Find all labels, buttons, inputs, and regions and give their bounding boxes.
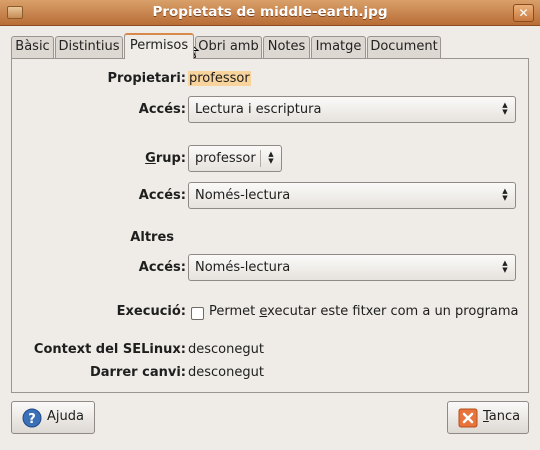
tab-document[interactable]: Document [367, 36, 441, 59]
others-access-label: Accés: [138, 260, 186, 275]
help-icon: ? [22, 408, 42, 428]
others-heading: Altres [130, 230, 174, 245]
last-modified-label: Darrer canvi: [89, 365, 186, 380]
group-label-mnemonic: G [145, 151, 156, 166]
group-access-label: Accés: [138, 188, 186, 203]
owner-access-value: Lectura i escriptura [195, 102, 322, 117]
close-icon: ✕ [518, 6, 529, 20]
close-button-label: Tanca [483, 409, 520, 424]
tab-emblems[interactable]: Distintius [55, 36, 123, 59]
tab-basic[interactable]: Bàsic [11, 36, 54, 59]
group-label-rest: rup: [155, 151, 186, 166]
window-titlebar[interactable]: Propietats de middle-earth.jpg ✕ [0, 0, 540, 26]
permissions-panel: Propietari: professor Accés: Lectura i e… [11, 58, 529, 393]
close-button-label-rest: anca [488, 409, 521, 424]
group-access-select[interactable]: Només-lectura ▲ ▼ [188, 182, 516, 209]
close-button[interactable]: Tanca [447, 401, 529, 434]
help-button[interactable]: ? Ajuda [11, 401, 95, 434]
execute-text-mnemonic: e [259, 304, 268, 319]
owner-access-label: Accés: [138, 102, 186, 117]
group-access-value: Només-lectura [195, 188, 291, 203]
selinux-value: desconegut [188, 342, 264, 357]
close-icon [458, 408, 478, 428]
window-close-button[interactable]: ✕ [513, 4, 534, 22]
group-select[interactable]: professor ▲ ▼ [188, 145, 282, 172]
combo-separator [260, 150, 261, 167]
tab-notes[interactable]: Notes [263, 36, 310, 59]
tab-image[interactable]: Imatge [311, 36, 366, 59]
execute-checkbox[interactable] [191, 307, 204, 320]
execute-text-before: Permet [209, 304, 260, 319]
others-access-select[interactable]: Només-lectura ▲ ▼ [188, 254, 516, 281]
owner-value: professor [188, 71, 251, 86]
chevron-up-down-icon: ▲ ▼ [502, 259, 508, 274]
svg-text:?: ? [28, 412, 36, 427]
group-value: professor [195, 151, 256, 166]
tab-permissions[interactable]: Permisos [124, 33, 194, 59]
owner-value-text: professor [188, 71, 251, 86]
window-title: Propietats de middle-earth.jpg [152, 4, 388, 20]
others-access-value: Només-lectura [195, 260, 291, 275]
chevron-up-down-icon: ▲ ▼ [268, 150, 274, 165]
help-button-label: Ajuda [47, 409, 84, 424]
execute-label: Execució: [116, 304, 186, 319]
chevron-up-down-icon: ▲ ▼ [502, 187, 508, 202]
tab-open-with[interactable]: Obri amb [195, 36, 262, 59]
group-label: Grup: [145, 151, 186, 166]
owner-label: Propietari: [107, 71, 186, 86]
execute-checkbox-label[interactable]: Permet executar este fitxer com a un pro… [209, 304, 519, 319]
last-modified-value: desconegut [188, 365, 264, 380]
selinux-label: Context del SELinux: [33, 342, 186, 357]
chevron-up-down-icon: ▲ ▼ [502, 101, 508, 116]
owner-access-select[interactable]: Lectura i escriptura ▲ ▼ [188, 96, 516, 123]
execute-text-after: xecutar este fitxer com a un programa [267, 304, 519, 319]
